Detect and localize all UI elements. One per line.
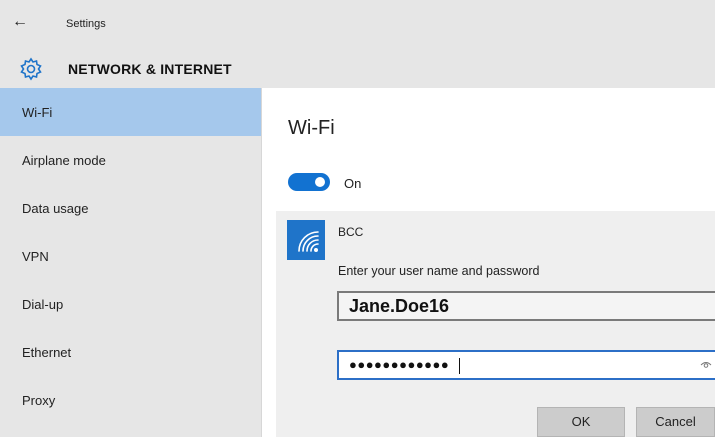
network-ssid: BCC — [338, 225, 364, 239]
sidebar-item-vpn[interactable]: VPN — [0, 232, 261, 280]
title-bar: ← Settings — [0, 0, 715, 48]
toggle-knob — [315, 177, 325, 187]
divider — [261, 88, 262, 437]
toggle-state-label: On — [344, 176, 362, 191]
gear-icon — [20, 57, 42, 81]
page-header: NETWORK & INTERNET — [0, 48, 715, 88]
sidebar-item-label: Data usage — [22, 201, 89, 216]
credential-prompt: Enter your user name and password — [338, 264, 540, 278]
sidebar-item-label: Ethernet — [22, 345, 72, 360]
sidebar-item-label: Proxy — [22, 393, 56, 408]
cancel-button[interactable]: Cancel — [636, 407, 715, 437]
sidebar-item-dial-up[interactable]: Dial-up — [0, 280, 261, 328]
password-mask: ●●●●●●●●●●●● — [349, 357, 450, 372]
sidebar-item-label: Dial-up — [22, 297, 64, 312]
eye-icon[interactable] — [700, 359, 712, 371]
back-arrow-icon[interactable]: ← — [10, 12, 30, 32]
sidebar: Wi-Fi Airplane mode Data usage VPN Dial-… — [0, 88, 261, 437]
text-caret — [459, 358, 460, 374]
page-title: NETWORK & INTERNET — [68, 61, 232, 77]
sidebar-item-ethernet[interactable]: Ethernet — [0, 328, 261, 376]
sidebar-item-proxy[interactable]: Proxy — [0, 376, 261, 424]
sidebar-item-data-usage[interactable]: Data usage — [0, 184, 261, 232]
sidebar-item-label: VPN — [22, 249, 49, 264]
sidebar-item-airplane-mode[interactable]: Airplane mode — [0, 136, 261, 184]
wifi-secure-icon — [287, 220, 325, 260]
sidebar-item-label: Airplane mode — [22, 153, 106, 168]
section-title: Wi-Fi — [288, 117, 335, 139]
ok-button[interactable]: OK — [537, 407, 625, 437]
network-panel — [276, 211, 715, 437]
wifi-toggle[interactable] — [288, 173, 330, 191]
username-field[interactable]: Jane.Doe16 — [337, 291, 715, 321]
password-field[interactable]: ●●●●●●●●●●●● — [337, 350, 715, 380]
window-title: Settings — [66, 18, 106, 30]
sidebar-item-wifi[interactable]: Wi-Fi — [0, 88, 261, 136]
sidebar-item-label: Wi-Fi — [22, 105, 53, 120]
username-value: Jane.Doe16 — [349, 296, 450, 316]
